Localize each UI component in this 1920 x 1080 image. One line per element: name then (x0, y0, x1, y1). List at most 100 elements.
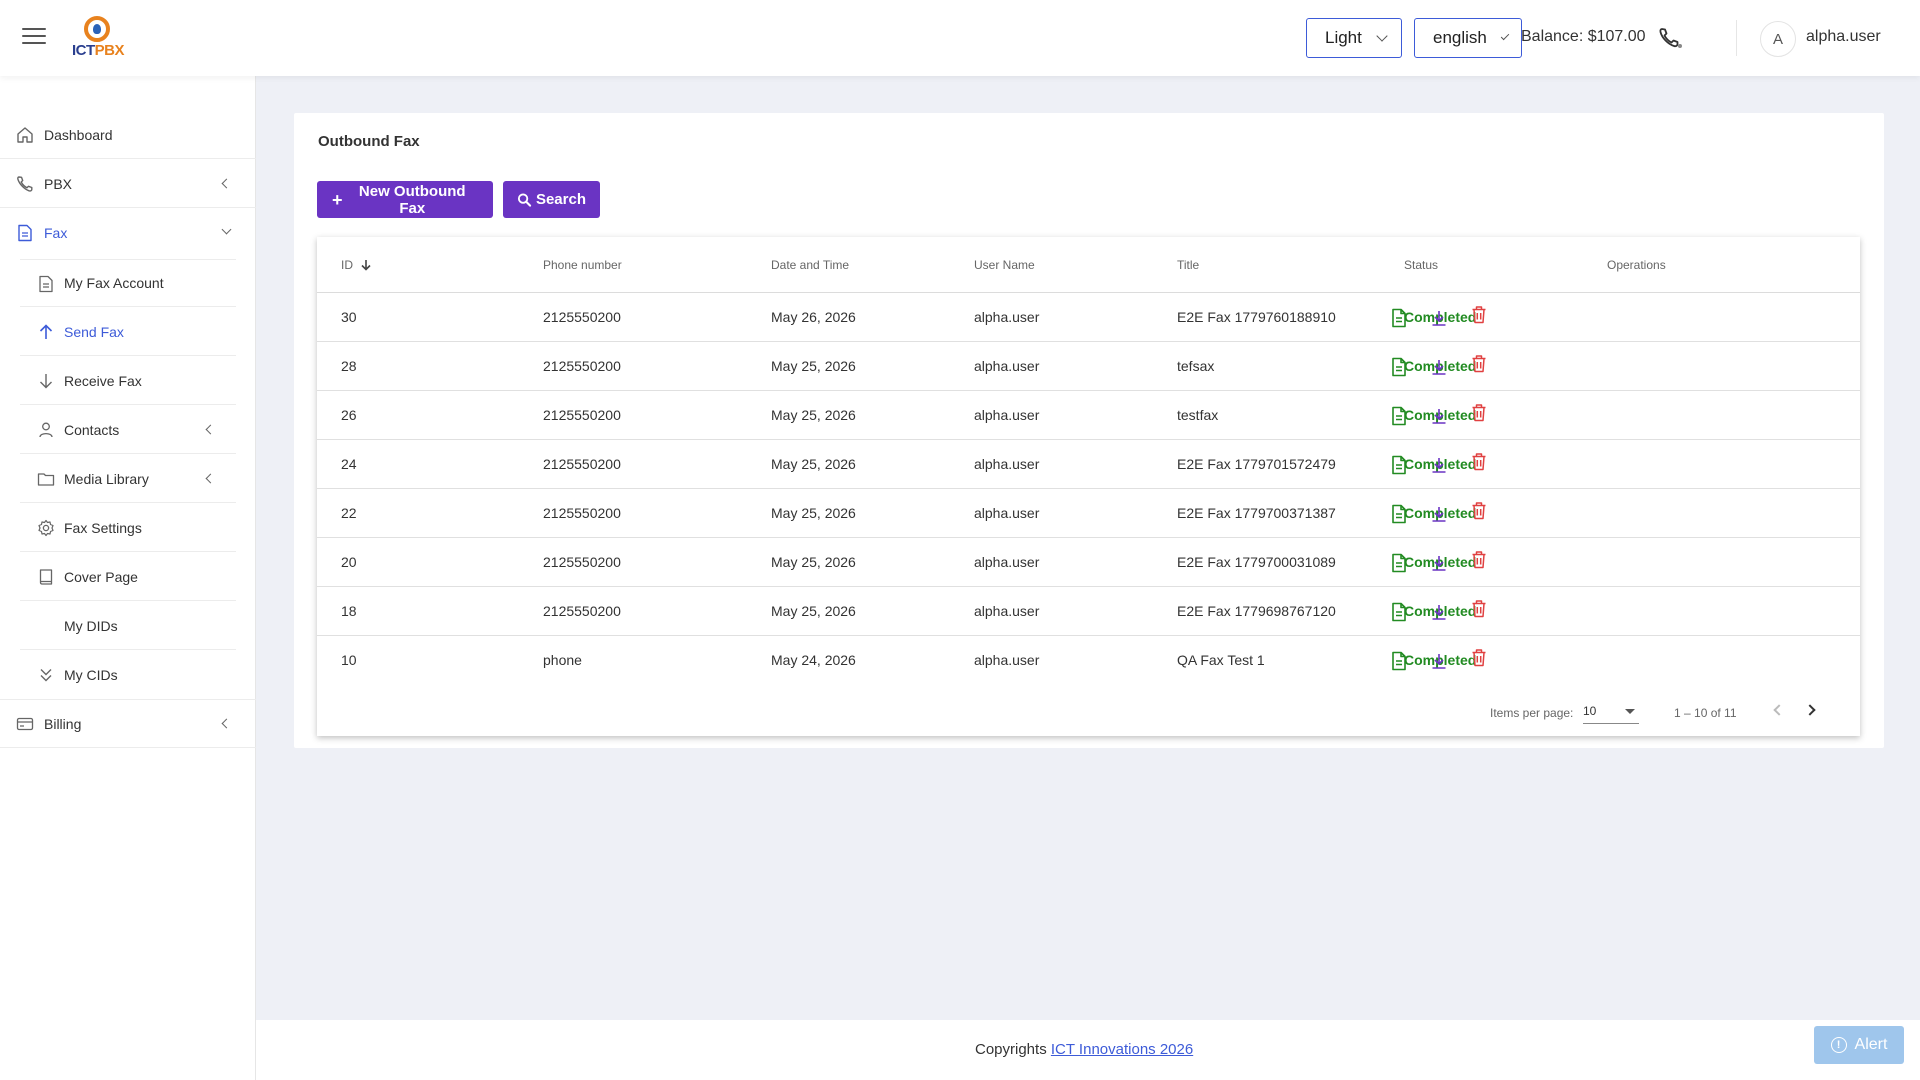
alert-label: Alert (1854, 1036, 1888, 1053)
hamburger-menu-icon[interactable] (22, 28, 46, 48)
previous-page-button[interactable] (1772, 703, 1786, 717)
delete-icon[interactable] (1470, 354, 1488, 374)
table-row[interactable]: 26 2125550200 May 25, 2026 alpha.user testfa… (317, 391, 1860, 440)
sidebar-item-label: My CIDs (64, 667, 118, 683)
column-header-status[interactable]: Status (1404, 258, 1438, 272)
app-logo[interactable]: ICTPBX (70, 16, 126, 60)
cell-title: E2E Fax 1779760188910 (1177, 309, 1336, 325)
view-document-icon[interactable] (1390, 406, 1408, 426)
delete-icon[interactable] (1470, 599, 1488, 619)
download-icon[interactable] (1430, 455, 1448, 475)
copyright-text: Copyrights ICT Innovations 2026 (975, 1041, 1194, 1058)
table-row[interactable]: 22 2125550200 May 25, 2026 alpha.user E2E Fa… (317, 489, 1860, 538)
sidebar-item-pbx[interactable]: PBX (0, 160, 256, 208)
view-document-icon[interactable] (1390, 308, 1408, 328)
cell-phone: 2125550200 (543, 456, 621, 472)
cell-user: alpha.user (974, 309, 1040, 325)
download-icon[interactable] (1430, 602, 1448, 622)
sidebar-item-fax-settings[interactable]: Fax Settings (20, 504, 236, 552)
person-icon (39, 422, 53, 438)
sidebar-item-fax[interactable]: Fax (0, 209, 256, 257)
document-icon (39, 275, 53, 293)
delete-icon[interactable] (1470, 501, 1488, 521)
cell-phone: 2125550200 (543, 309, 621, 325)
credit-card-icon (16, 717, 34, 731)
sidebar-item-receive-fax[interactable]: Receive Fax (20, 357, 236, 405)
column-header-phone[interactable]: Phone number (543, 258, 622, 272)
download-icon[interactable] (1430, 308, 1448, 328)
cell-title: tefsax (1177, 358, 1215, 374)
cell-phone: 2125550200 (543, 603, 621, 619)
phone-icon (17, 176, 33, 192)
sidebar-item-media-library[interactable]: Media Library (20, 455, 236, 503)
new-outbound-fax-button[interactable]: + New Outbound Fax (317, 181, 493, 218)
view-document-icon[interactable] (1390, 651, 1408, 671)
chevron-down-icon (1376, 30, 1388, 42)
alert-button[interactable]: ! Alert (1814, 1026, 1904, 1064)
avatar[interactable]: A (1760, 21, 1796, 57)
dropdown-arrow-icon (1625, 709, 1635, 714)
search-label: Search (535, 191, 586, 208)
cell-user: alpha.user (974, 652, 1040, 668)
table-row[interactable]: 10 phone May 24, 2026 alpha.user QA Fax Test… (317, 636, 1860, 685)
delete-icon[interactable] (1470, 305, 1488, 325)
sidebar-item-my-fax-account[interactable]: My Fax Account (20, 259, 236, 307)
column-header-title[interactable]: Title (1177, 258, 1199, 272)
column-header-id[interactable]: ID (341, 258, 372, 272)
search-button[interactable]: Search (503, 181, 600, 218)
sidebar-item-label: Receive Fax (64, 372, 142, 389)
view-document-icon[interactable] (1390, 357, 1408, 377)
items-per-page-select[interactable]: 10 (1583, 702, 1639, 724)
sidebar-item-label: Cover Page (64, 568, 138, 585)
footer: Copyrights ICT Innovations 2026 (256, 1020, 1920, 1080)
folder-icon (37, 473, 55, 486)
arrow-down-icon (40, 374, 52, 389)
table-row[interactable]: 20 2125550200 May 25, 2026 alpha.user E2E Fa… (317, 538, 1860, 587)
view-document-icon[interactable] (1390, 602, 1408, 622)
delete-icon[interactable] (1470, 648, 1488, 668)
cell-id: 28 (341, 358, 357, 374)
sidebar-item-dashboard[interactable]: Dashboard (0, 111, 256, 159)
table-row[interactable]: 30 2125550200 May 26, 2026 alpha.user E2E Fa… (317, 293, 1860, 342)
view-document-icon[interactable] (1390, 455, 1408, 475)
chevron-left-icon (221, 178, 232, 189)
phone-icon[interactable] (1658, 26, 1684, 50)
language-select[interactable]: english (1414, 18, 1522, 58)
download-icon[interactable] (1430, 651, 1448, 671)
chevron-down-icon (221, 224, 232, 235)
sidebar-item-label: PBX (44, 175, 73, 192)
sidebar-item-billing[interactable]: Billing (0, 700, 256, 748)
page-range-label: 1 – 10 of 11 (1674, 706, 1737, 720)
download-icon[interactable] (1430, 553, 1448, 573)
download-icon[interactable] (1430, 357, 1448, 377)
table-row[interactable]: 18 2125550200 May 25, 2026 alpha.user E2E Fa… (317, 587, 1860, 636)
sidebar-item-my-dids[interactable]: My DIDs (20, 602, 236, 650)
column-header-user[interactable]: User Name (974, 258, 1035, 272)
view-document-icon[interactable] (1390, 553, 1408, 573)
table-row[interactable]: 28 2125550200 May 25, 2026 alpha.user tefsax… (317, 342, 1860, 391)
sidebar-item-contacts[interactable]: Contacts (20, 406, 236, 454)
theme-select[interactable]: Light (1306, 18, 1402, 58)
view-document-icon[interactable] (1390, 504, 1408, 524)
sidebar-item-send-fax[interactable]: Send Fax (20, 308, 236, 356)
sidebar-item-label: My Fax Account (64, 275, 164, 291)
column-header-date[interactable]: Date and Time (771, 258, 849, 272)
next-page-button[interactable] (1804, 703, 1819, 717)
cell-id: 18 (341, 603, 357, 619)
cell-id: 10 (341, 652, 357, 668)
username-label[interactable]: alpha.user (1806, 28, 1881, 46)
delete-icon[interactable] (1470, 452, 1488, 472)
download-icon[interactable] (1430, 504, 1448, 524)
cell-user: alpha.user (974, 554, 1040, 570)
chevron-left-icon (205, 424, 216, 435)
copyright-link[interactable]: ICT Innovations 2026 (1051, 1041, 1193, 1058)
delete-icon[interactable] (1470, 403, 1488, 423)
arrow-up-icon (39, 324, 53, 339)
sidebar-item-my-cids[interactable]: My CIDs (20, 651, 236, 699)
delete-icon[interactable] (1470, 550, 1488, 570)
table-row[interactable]: 24 2125550200 May 25, 2026 alpha.user E2E Fa… (317, 440, 1860, 489)
download-icon[interactable] (1430, 406, 1448, 426)
chevron-right-icon (1804, 704, 1816, 716)
home-icon (17, 127, 33, 143)
sidebar-item-cover-page[interactable]: Cover Page (20, 553, 236, 601)
